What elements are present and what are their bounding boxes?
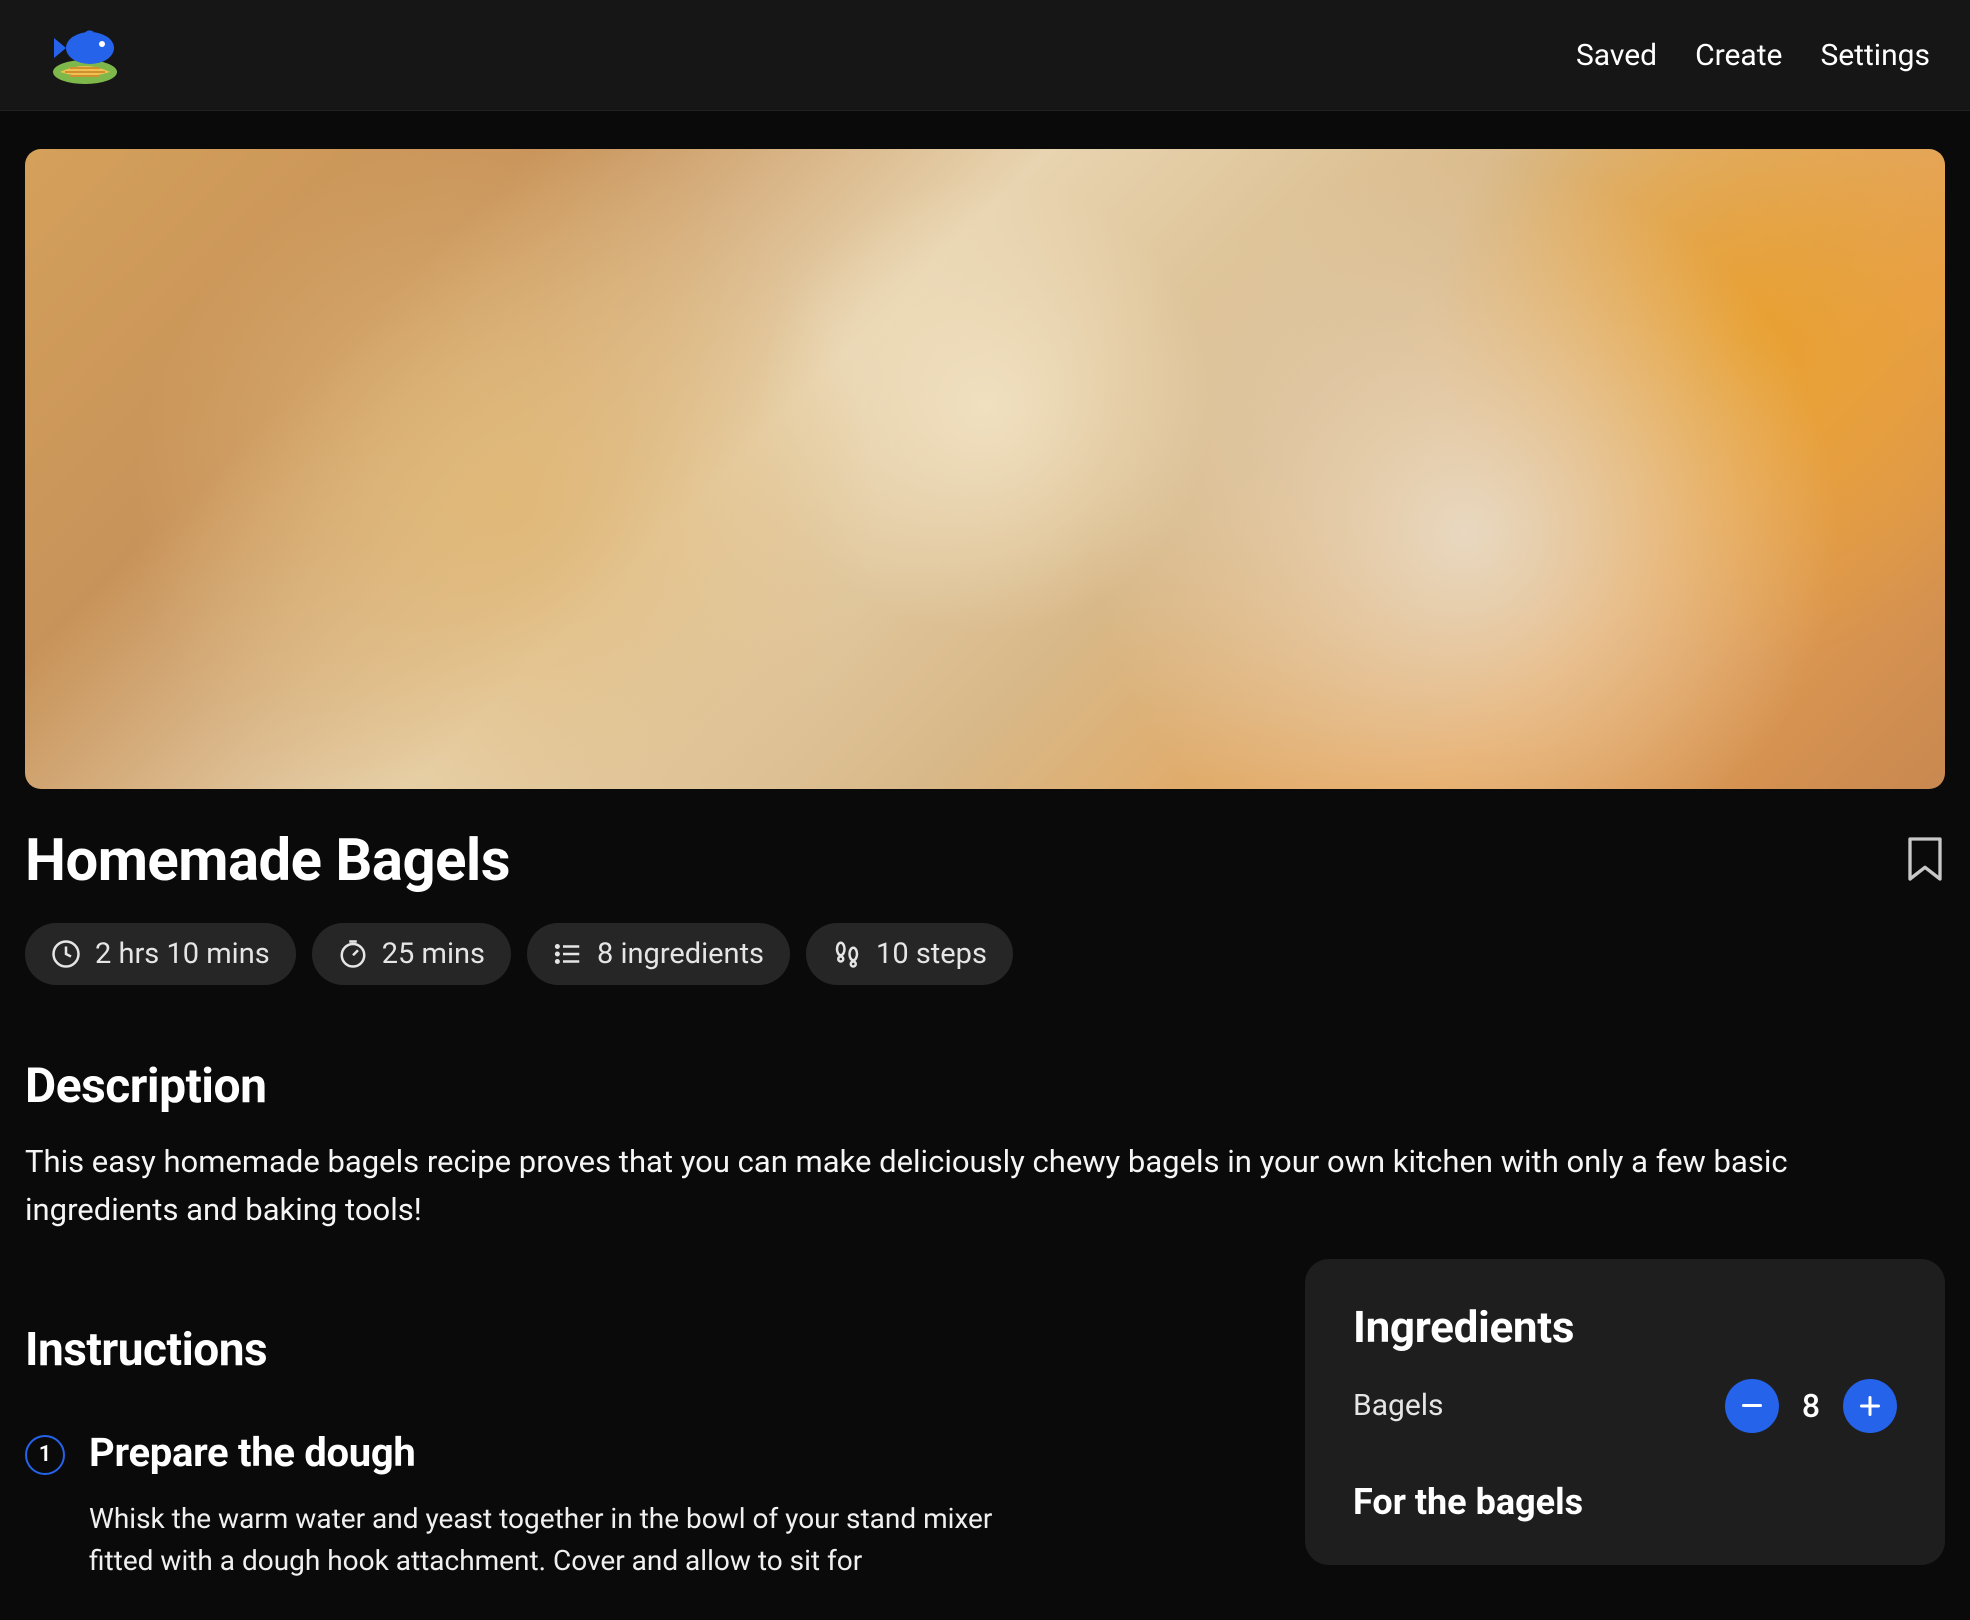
step-number-badge: 1 — [25, 1435, 65, 1475]
instructions-heading: Instructions — [25, 1323, 1255, 1377]
recipe-title: Homemade Bagels — [25, 827, 510, 895]
footsteps-icon — [832, 939, 862, 969]
app-logo[interactable] — [40, 20, 130, 90]
recipe-hero-image — [25, 149, 1945, 789]
ingredients-heading: Ingredients — [1353, 1301, 1897, 1353]
quantity-decrease-button[interactable] — [1725, 1379, 1779, 1433]
bookmark-button[interactable] — [1905, 835, 1945, 887]
step-title: Prepare the dough — [89, 1429, 1255, 1476]
quantity-value: 8 — [1801, 1387, 1821, 1425]
main-content: Homemade Bagels 2 hrs 10 mins 25 mins — [0, 111, 1970, 1620]
badge-steps-label: 10 steps — [876, 937, 987, 971]
step-content: Prepare the dough Whisk the warm water a… — [89, 1429, 1255, 1582]
badge-ingredients-label: 8 ingredients — [597, 937, 764, 971]
ingredient-group-heading: For the bagels — [1353, 1481, 1897, 1523]
ingredients-panel: Ingredients Bagels 8 — [1305, 1259, 1945, 1565]
instructions-section: Instructions 1 Prepare the dough Whisk t… — [25, 1235, 1945, 1582]
title-row: Homemade Bagels — [25, 827, 1945, 895]
instructions-column: Instructions 1 Prepare the dough Whisk t… — [25, 1235, 1265, 1582]
description-text: This easy homemade bagels recipe proves … — [25, 1138, 1885, 1235]
nav-saved[interactable]: Saved — [1576, 38, 1657, 73]
minus-icon — [1742, 1404, 1762, 1408]
badge-active-time-label: 25 mins — [382, 937, 485, 971]
quantity-row: Bagels 8 — [1353, 1379, 1897, 1433]
description-heading: Description — [25, 1057, 1945, 1114]
fish-logo-icon — [40, 20, 130, 90]
nav-create[interactable]: Create — [1695, 38, 1782, 73]
badge-active-time: 25 mins — [312, 923, 511, 985]
badge-steps: 10 steps — [806, 923, 1013, 985]
list-icon — [553, 939, 583, 969]
timer-icon — [338, 939, 368, 969]
badge-ingredients: 8 ingredients — [527, 923, 790, 985]
badge-total-time-label: 2 hrs 10 mins — [95, 937, 270, 971]
bookmark-icon — [1905, 835, 1945, 883]
recipe-badges: 2 hrs 10 mins 25 mins 8 ingredients — [25, 923, 1945, 985]
app-header: Saved Create Settings — [0, 0, 1970, 111]
instruction-step: 1 Prepare the dough Whisk the warm water… — [25, 1429, 1255, 1582]
nav-settings[interactable]: Settings — [1820, 38, 1930, 73]
quantity-unit-label: Bagels — [1353, 1388, 1444, 1423]
quantity-stepper: 8 — [1725, 1379, 1897, 1433]
plus-icon — [1860, 1396, 1880, 1416]
badge-total-time: 2 hrs 10 mins — [25, 923, 296, 985]
clock-icon — [51, 939, 81, 969]
step-body: Whisk the warm water and yeast together … — [89, 1498, 1049, 1582]
main-nav: Saved Create Settings — [1576, 38, 1930, 73]
quantity-increase-button[interactable] — [1843, 1379, 1897, 1433]
